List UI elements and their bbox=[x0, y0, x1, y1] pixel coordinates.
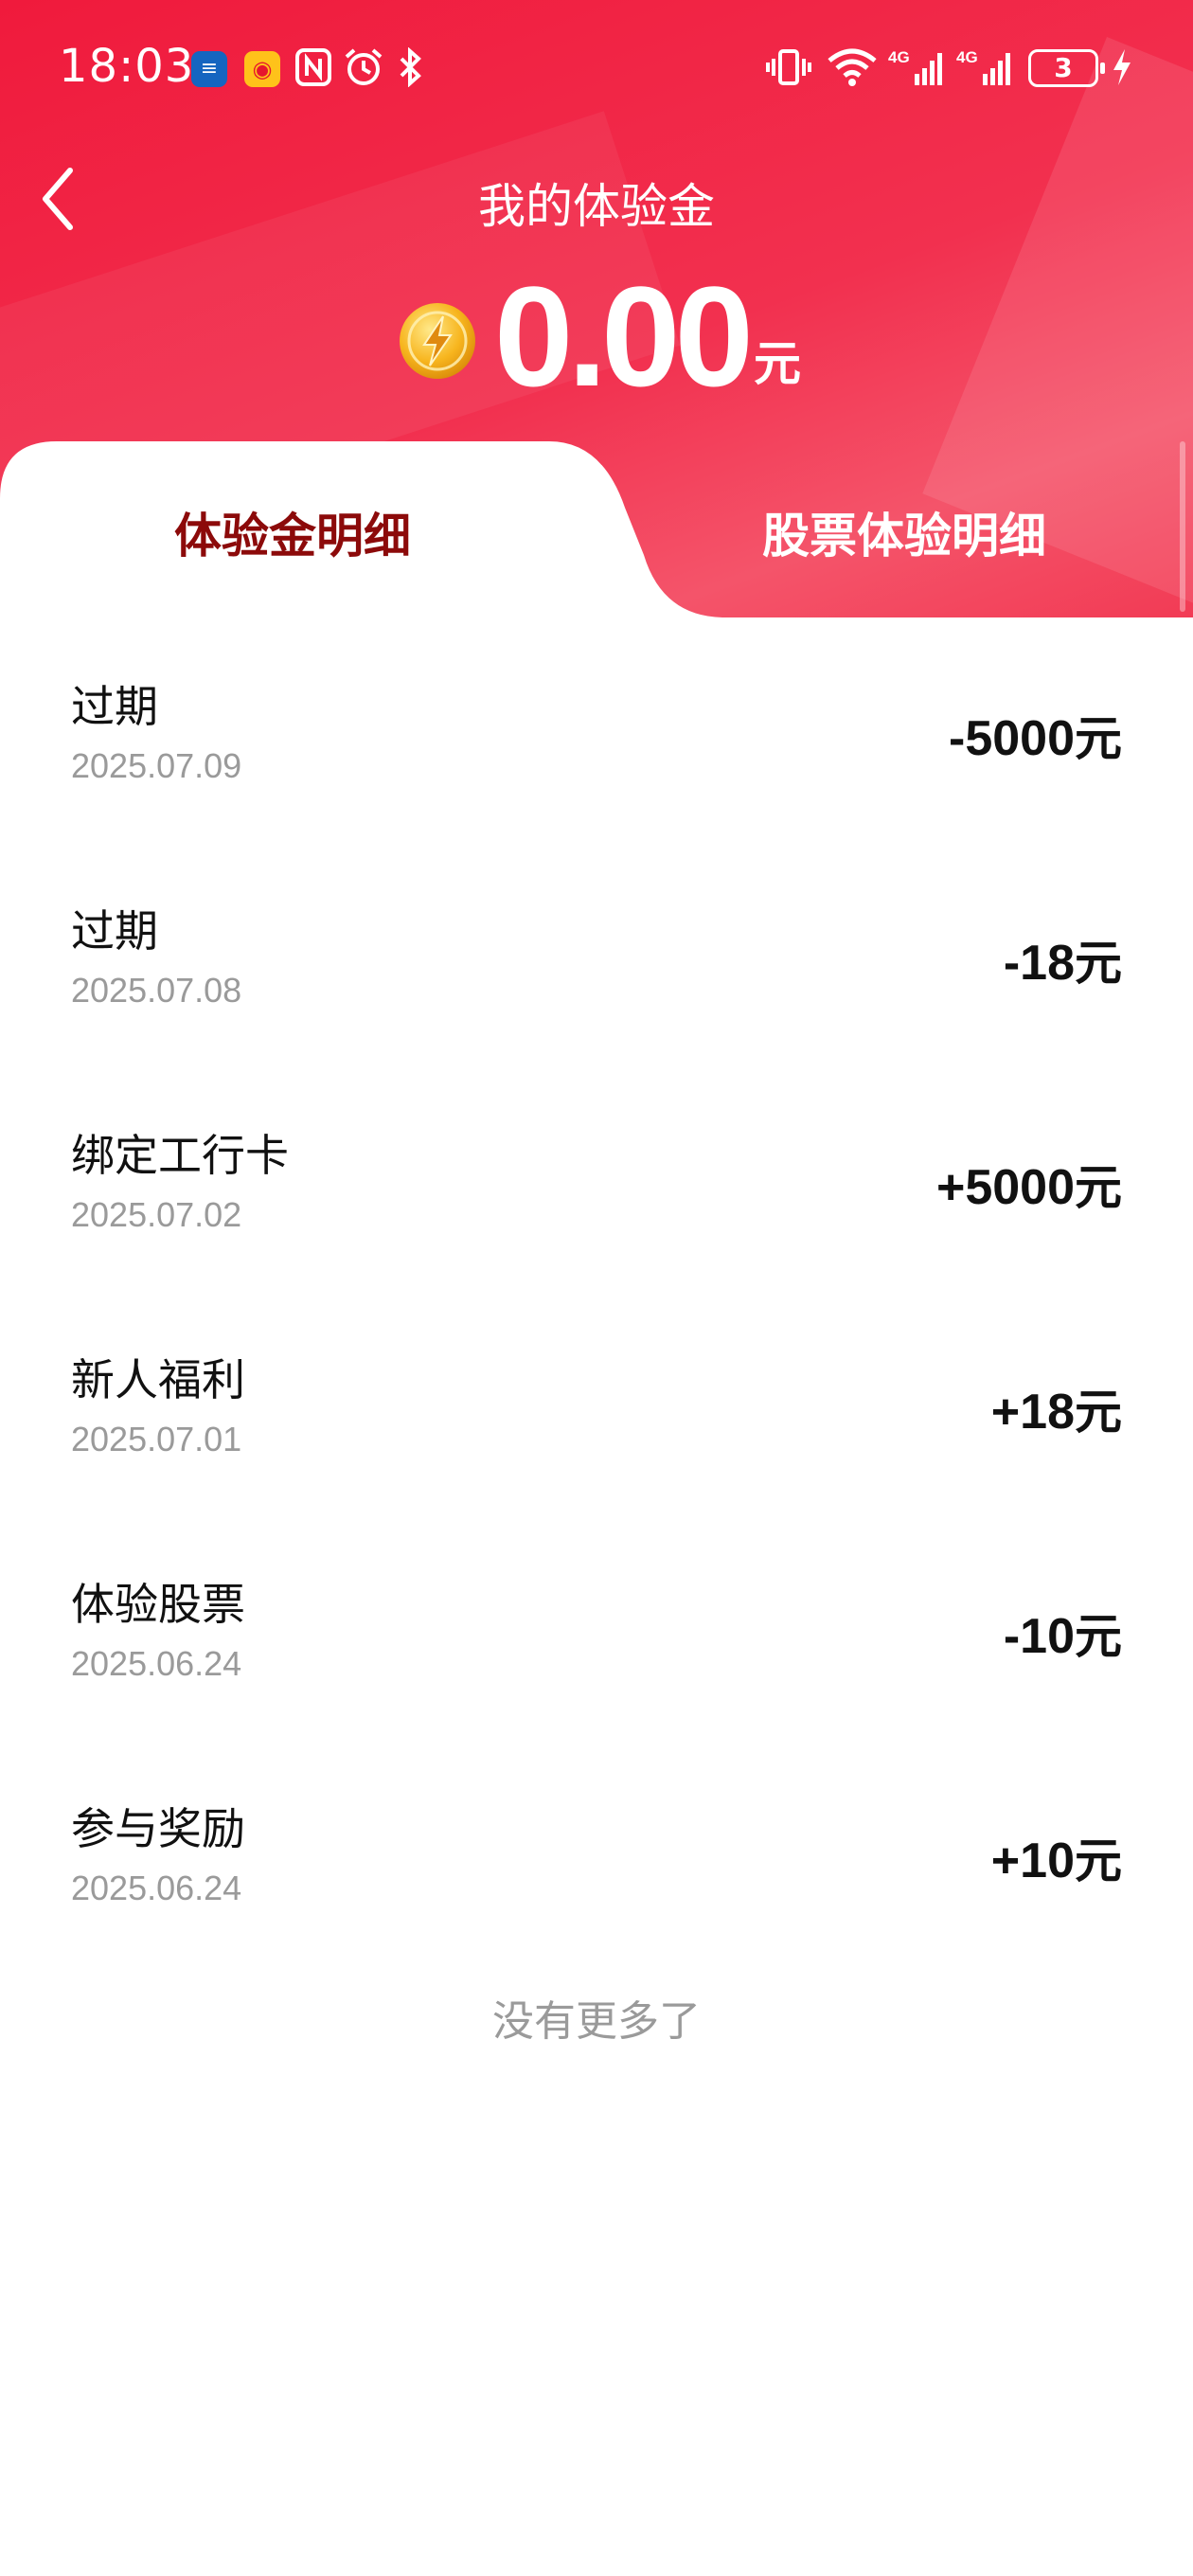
list-item: 体验股票 2025.06.24 -10元 bbox=[0, 1523, 1193, 1747]
record-date: 2025.07.08 bbox=[71, 971, 242, 1010]
record-date: 2025.06.24 bbox=[71, 1869, 242, 1907]
list-item: 过期 2025.07.09 -5000元 bbox=[0, 625, 1193, 850]
record-amount: +10元 bbox=[990, 1834, 1122, 1888]
page-title: 我的体验金 bbox=[478, 179, 715, 234]
record-title: 参与奖励 bbox=[71, 1803, 245, 1854]
record-date: 2025.06.24 bbox=[71, 1644, 242, 1683]
record-title: 体验股票 bbox=[71, 1579, 245, 1630]
coin-icon bbox=[400, 303, 475, 379]
battery-icon: 3 bbox=[1028, 49, 1105, 87]
list-item: 过期 2025.07.08 -18元 bbox=[0, 850, 1193, 1074]
record-title: 绑定工行卡 bbox=[71, 1130, 289, 1181]
svg-text:4G: 4G bbox=[956, 48, 978, 66]
tab-trial-fund-detail[interactable]: 体验金明细 bbox=[174, 498, 411, 566]
vibrate-icon bbox=[766, 49, 811, 85]
blue-app-icon: ≡ bbox=[191, 51, 227, 87]
svg-text:4G: 4G bbox=[888, 48, 910, 66]
record-amount: +5000元 bbox=[935, 1160, 1122, 1215]
record-amount: -10元 bbox=[1003, 1609, 1122, 1664]
balance-display: 0.00 元 bbox=[398, 265, 801, 407]
alarm-icon bbox=[345, 48, 383, 85]
record-date: 2025.07.02 bbox=[71, 1195, 242, 1234]
record-title: 过期 bbox=[71, 681, 158, 732]
list-item: 绑定工行卡 2025.07.02 +5000元 bbox=[0, 1074, 1193, 1298]
record-amount: +18元 bbox=[990, 1385, 1122, 1440]
record-amount: -18元 bbox=[1003, 936, 1122, 991]
record-date: 2025.07.01 bbox=[71, 1420, 242, 1458]
status-bar: 18:03 ≡ ◉ 4G 4G 3 bbox=[0, 0, 1193, 133]
tab-stock-trial-detail[interactable]: 股票体验明细 bbox=[762, 498, 1046, 566]
record-title: 新人福利 bbox=[71, 1354, 245, 1405]
record-date: 2025.07.09 bbox=[71, 746, 242, 785]
record-title: 过期 bbox=[71, 905, 158, 957]
wifi-icon bbox=[828, 48, 877, 86]
no-more-text: 没有更多了 bbox=[492, 1997, 701, 2046]
record-list: 过期 2025.07.09 -5000元 过期 2025.07.08 -18元 … bbox=[0, 625, 1193, 1972]
balance-unit: 元 bbox=[753, 336, 801, 391]
balance-amount: 0.00 bbox=[494, 257, 754, 416]
list-item: 参与奖励 2025.06.24 +10元 bbox=[0, 1747, 1193, 1972]
bluetooth-icon bbox=[400, 47, 421, 87]
tab-bar: 体验金明细 股票体验明细 bbox=[0, 441, 1193, 625]
list-item: 新人福利 2025.07.01 +18元 bbox=[0, 1298, 1193, 1523]
signal-4g-icon: 4G bbox=[956, 48, 1010, 85]
signal-4g-icon: 4G bbox=[888, 48, 942, 85]
scrollbar bbox=[1180, 441, 1185, 612]
nfc-icon bbox=[295, 48, 331, 86]
status-time: 18:03 bbox=[59, 40, 195, 93]
charging-icon bbox=[1113, 49, 1131, 85]
weibo-icon: ◉ bbox=[244, 51, 280, 87]
record-amount: -5000元 bbox=[949, 711, 1122, 766]
